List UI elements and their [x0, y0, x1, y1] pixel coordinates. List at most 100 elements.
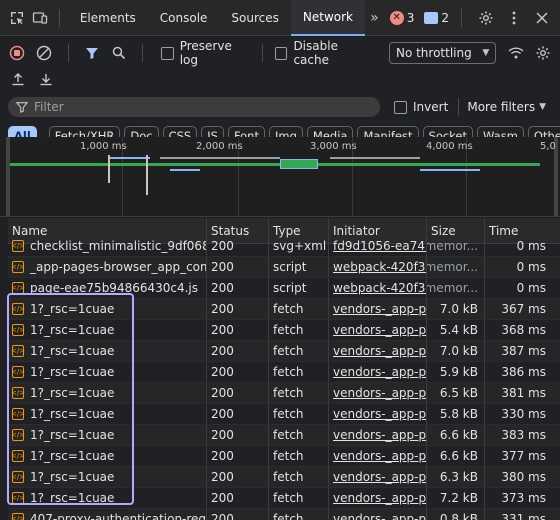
- request-name-cell[interactable]: </> _app-pages-browser_app_com...: [8, 257, 207, 277]
- request-name-cell[interactable]: </> 1?_rsc=1cuae: [8, 425, 207, 445]
- inspect-element-icon[interactable]: [6, 6, 28, 30]
- time-cell: 387 ms: [501, 344, 546, 358]
- initiator-link[interactable]: vendors-_app-pag: [329, 446, 427, 466]
- more-options-icon[interactable]: [502, 6, 526, 30]
- throttling-select[interactable]: No throttling ▼: [388, 42, 497, 64]
- disable-cache-checkbox[interactable]: Disable cache: [269, 39, 379, 67]
- settings-gear-icon[interactable]: [474, 6, 498, 30]
- search-icon[interactable]: [107, 41, 130, 65]
- size-cell: 6.6 kB: [427, 446, 485, 466]
- file-icon: </>: [10, 450, 26, 462]
- close-icon[interactable]: [530, 6, 554, 30]
- time-cell: 0 ms: [516, 281, 546, 295]
- initiator-link[interactable]: fd9d1056-ea742fc: [329, 236, 427, 256]
- filter-icon[interactable]: [81, 41, 104, 65]
- request-name-cell[interactable]: </> 1?_rsc=1cuae: [8, 320, 207, 340]
- initiator-link[interactable]: vendors-_app-pag: [329, 362, 427, 382]
- message-count: 2: [441, 10, 449, 25]
- table-row[interactable]: </> 1?_rsc=1cuae 200fetchvendors-_app-pag6…: [8, 383, 560, 404]
- size-cell: 0.8 kB: [427, 509, 485, 520]
- request-name-cell[interactable]: </> 1?_rsc=1cuae: [8, 299, 207, 319]
- size-cell: (memor...: [427, 257, 485, 277]
- table-row[interactable]: </> 1?_rsc=1cuae 200fetchvendors-_app-pag6…: [8, 446, 560, 467]
- table-row[interactable]: </> 1?_rsc=1cuae 200fetchvendors-_app-pag5…: [8, 320, 560, 341]
- time-cell: 383 ms: [501, 428, 546, 442]
- checkbox-box[interactable]: [275, 46, 288, 60]
- table-row[interactable]: </> page-eae75b94866430c4.js 200 script webp…: [8, 278, 560, 299]
- initiator-link[interactable]: vendors-_app-pag: [329, 320, 427, 340]
- initiator-link[interactable]: webpack-420f3d3: [329, 278, 427, 298]
- initiator-link[interactable]: vendors-_app-pag: [329, 383, 427, 403]
- network-conditions-icon[interactable]: [504, 41, 527, 65]
- table-row[interactable]: </> 1?_rsc=1cuae 200fetchvendors-_app-pag7…: [8, 488, 560, 509]
- table-row[interactable]: </> 407-proxy-authentication-req... 200 fet…: [8, 509, 560, 520]
- divider: [262, 44, 264, 62]
- device-toolbar-icon[interactable]: [28, 6, 50, 30]
- table-row[interactable]: </> checklist_minimalistic_9df0687...200s…: [8, 236, 560, 257]
- more-filters-dropdown[interactable]: More filters ▼: [467, 100, 552, 114]
- timeline-marker: [108, 155, 110, 183]
- status-cell: 200: [207, 257, 269, 277]
- initiator-link[interactable]: vendors-_app-pag: [329, 509, 427, 520]
- request-name-cell[interactable]: </> checklist_minimalistic_9df0687...: [8, 236, 207, 256]
- initiator-link[interactable]: vendors-_app-pag: [329, 425, 427, 445]
- request-name-cell[interactable]: </> 1?_rsc=1cuae: [8, 341, 207, 361]
- invert-checkbox[interactable]: Invert: [388, 100, 454, 114]
- timeline-marker: [146, 155, 148, 195]
- initiator-link[interactable]: vendors-_app-pag: [329, 299, 427, 319]
- type-cell: script: [269, 257, 329, 277]
- filter-input[interactable]: Filter: [8, 97, 380, 117]
- request-name-cell[interactable]: </> 1?_rsc=1cuae: [8, 446, 207, 466]
- table-row[interactable]: </> 1?_rsc=1cuae 200fetchvendors-_app-pag6…: [8, 425, 560, 446]
- more-filters-label: More filters: [467, 100, 536, 114]
- initiator-link[interactable]: vendors-_app-pag: [329, 341, 427, 361]
- filter-placeholder: Filter: [34, 100, 64, 114]
- request-name-cell[interactable]: </> page-eae75b94866430c4.js: [8, 278, 207, 298]
- checkbox-box[interactable]: [394, 100, 407, 114]
- table-row[interactable]: </> 1?_rsc=1cuae 200fetchvendors-_app-pag5…: [8, 362, 560, 383]
- message-count-badge[interactable]: 2: [424, 11, 449, 25]
- preserve-log-checkbox[interactable]: Preserve log: [155, 39, 256, 67]
- request-name: 1?_rsc=1cuae: [30, 407, 115, 421]
- request-name-cell[interactable]: </> 1?_rsc=1cuae: [8, 467, 207, 487]
- error-count-badge[interactable]: ✕ 3: [389, 10, 415, 25]
- network-settings-gear-icon[interactable]: [531, 41, 554, 65]
- initiator-link[interactable]: vendors-_app-pag: [329, 488, 427, 508]
- error-count: 3: [406, 10, 415, 25]
- tab-network[interactable]: Network: [290, 0, 365, 36]
- initiator-link[interactable]: vendors-_app-pag: [329, 404, 427, 424]
- file-icon: </>: [10, 240, 26, 252]
- checkbox-box[interactable]: [161, 46, 174, 60]
- devtools-tab-bar: Elements Console Sources Network » ✕ 3 2: [0, 0, 560, 36]
- clear-icon[interactable]: [33, 41, 56, 65]
- request-name-cell[interactable]: </> 407-proxy-authentication-req...: [8, 509, 207, 520]
- initiator-link[interactable]: webpack-420f3d3: [329, 257, 427, 277]
- request-name-cell[interactable]: </> 1?_rsc=1cuae: [8, 488, 207, 508]
- tick-label: 1,000 ms: [80, 141, 127, 152]
- request-name-cell[interactable]: </> 1?_rsc=1cuae: [8, 362, 207, 382]
- timeline-bar: [420, 169, 480, 171]
- tab-sources[interactable]: Sources: [219, 0, 290, 36]
- table-row[interactable]: </> 1?_rsc=1cuae 200fetchvendors-_app-pag7…: [8, 299, 560, 320]
- table-row[interactable]: </> _app-pages-browser_app_com... 200 scrip…: [8, 257, 560, 278]
- file-icon: </>: [10, 282, 26, 294]
- initiator-link[interactable]: vendors-_app-pag: [329, 467, 427, 487]
- table-row[interactable]: </> 1?_rsc=1cuae 200fetchvendors-_app-pag6…: [8, 467, 560, 488]
- time-cell: 367 ms: [501, 302, 546, 316]
- request-table: Name Status Type Initiator Size Time </>…: [8, 218, 560, 520]
- tab-elements[interactable]: Elements: [68, 0, 148, 36]
- request-name-cell[interactable]: </> 1?_rsc=1cuae: [8, 404, 207, 424]
- stop-recording-icon[interactable]: [6, 41, 29, 65]
- network-overview-timeline[interactable]: 1,000 ms 2,000 ms 3,000 ms 4,000 ms 5,0: [0, 137, 560, 217]
- more-tabs-icon[interactable]: »: [365, 10, 384, 26]
- tab-console[interactable]: Console: [148, 0, 220, 36]
- request-name: 1?_rsc=1cuae: [30, 470, 115, 484]
- file-icon: </>: [10, 303, 26, 315]
- request-name-cell[interactable]: </> 1?_rsc=1cuae: [8, 383, 207, 403]
- file-icon: </>: [10, 492, 26, 504]
- overview-left-handle[interactable]: [6, 137, 10, 216]
- export-har-icon[interactable]: [34, 67, 58, 91]
- import-har-icon[interactable]: [6, 67, 30, 91]
- table-row[interactable]: </> 1?_rsc=1cuae 200fetchvendors-_app-pag5…: [8, 404, 560, 425]
- table-row[interactable]: </> 1?_rsc=1cuae 200fetchvendors-_app-pag7…: [8, 341, 560, 362]
